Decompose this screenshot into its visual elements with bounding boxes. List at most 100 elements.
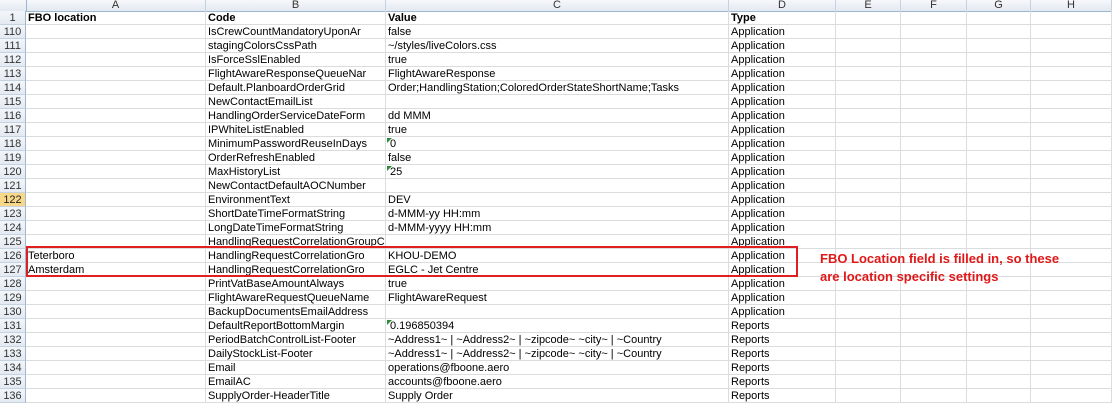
cell-b[interactable]: DefaultReportBottomMargin <box>206 319 386 333</box>
cell-b[interactable]: IsForceSslEnabled <box>206 53 386 67</box>
cell-f[interactable] <box>901 123 967 137</box>
cell-g[interactable] <box>967 81 1031 95</box>
cell-d[interactable]: Application <box>729 95 836 109</box>
cell-e[interactable] <box>836 319 901 333</box>
row-header[interactable]: 112 <box>0 53 26 67</box>
cell-h[interactable] <box>1031 333 1112 347</box>
cell-g[interactable] <box>967 39 1031 53</box>
cell-e[interactable] <box>836 67 901 81</box>
cell-b[interactable]: PeriodBatchControlList-Footer <box>206 333 386 347</box>
cell-e[interactable] <box>836 81 901 95</box>
cell-g[interactable] <box>967 165 1031 179</box>
cell-d[interactable]: Application <box>729 165 836 179</box>
cell-a[interactable] <box>26 81 206 95</box>
cell-b[interactable]: FlightAwareResponseQueueNar <box>206 67 386 81</box>
cell-d[interactable]: Reports <box>729 319 836 333</box>
row-header[interactable]: 132 <box>0 333 26 347</box>
cell-e[interactable] <box>836 95 901 109</box>
cell-a[interactable] <box>26 137 206 151</box>
cell-b[interactable]: ShortDateTimeFormatString <box>206 207 386 221</box>
cell-d[interactable]: Reports <box>729 347 836 361</box>
cell-f[interactable] <box>901 333 967 347</box>
cell-a[interactable] <box>26 221 206 235</box>
cell-d[interactable]: Application <box>729 151 836 165</box>
row-header[interactable]: 124 <box>0 221 26 235</box>
cell-c[interactable]: Supply Order <box>386 389 729 403</box>
cell-g[interactable] <box>967 235 1031 249</box>
cell-a[interactable] <box>26 291 206 305</box>
cell-d[interactable]: Application <box>729 193 836 207</box>
cell-a[interactable] <box>26 207 206 221</box>
cell-g[interactable] <box>967 221 1031 235</box>
row-header[interactable]: 117 <box>0 123 26 137</box>
cell-a[interactable] <box>26 333 206 347</box>
cell-c[interactable]: dd MMM <box>386 109 729 123</box>
row-header[interactable]: 123 <box>0 207 26 221</box>
cell-c[interactable]: operations@fboone.aero <box>386 361 729 375</box>
cell-f[interactable] <box>901 11 967 25</box>
cell-e[interactable] <box>836 123 901 137</box>
row-header[interactable]: 111 <box>0 39 26 53</box>
cell-g[interactable] <box>967 137 1031 151</box>
cell-c[interactable]: accounts@fboone.aero <box>386 375 729 389</box>
cell-a[interactable] <box>26 25 206 39</box>
cell-e[interactable] <box>836 25 901 39</box>
cell-b[interactable]: NewContactDefaultAOCNumber <box>206 179 386 193</box>
row-header[interactable]: 114 <box>0 81 26 95</box>
cell-a[interactable] <box>26 347 206 361</box>
cell-a[interactable] <box>26 361 206 375</box>
cell-g[interactable] <box>967 375 1031 389</box>
row-header[interactable]: 128 <box>0 277 26 291</box>
row-header[interactable]: 113 <box>0 67 26 81</box>
cell-g[interactable] <box>967 207 1031 221</box>
cell-a[interactable] <box>26 39 206 53</box>
cell-a[interactable] <box>26 53 206 67</box>
cell-c[interactable]: true <box>386 53 729 67</box>
cell-f[interactable] <box>901 25 967 39</box>
cell-h[interactable] <box>1031 375 1112 389</box>
cell-f[interactable] <box>901 151 967 165</box>
row-header[interactable]: 133 <box>0 347 26 361</box>
row-header[interactable]: 135 <box>0 375 26 389</box>
cell-a[interactable] <box>26 193 206 207</box>
cell-c[interactable]: d-MMM-yy HH:mm <box>386 207 729 221</box>
column-header-f[interactable]: F <box>901 0 967 11</box>
cell-a[interactable] <box>26 319 206 333</box>
cell-b[interactable]: FlightAwareRequestQueueName <box>206 291 386 305</box>
cell-e[interactable] <box>836 193 901 207</box>
row-header[interactable]: 131 <box>0 319 26 333</box>
cell-f[interactable] <box>901 53 967 67</box>
cell-b[interactable]: Default.PlanboardOrderGrid <box>206 81 386 95</box>
cell-h[interactable] <box>1031 165 1112 179</box>
cell-f[interactable] <box>901 39 967 53</box>
cell-f[interactable] <box>901 305 967 319</box>
cell-b[interactable]: LongDateTimeFormatString <box>206 221 386 235</box>
cell-e[interactable] <box>836 11 901 25</box>
cell-e[interactable] <box>836 389 901 403</box>
cell-c[interactable] <box>386 305 729 319</box>
cell-c[interactable]: Order;HandlingStation;ColoredOrderStateS… <box>386 81 729 95</box>
select-all-corner[interactable] <box>0 0 27 11</box>
cell-b[interactable]: NewContactEmailList <box>206 95 386 109</box>
cell-g[interactable] <box>967 11 1031 25</box>
row-header[interactable]: 134 <box>0 361 26 375</box>
cell-f[interactable] <box>901 67 967 81</box>
cell-h[interactable] <box>1031 207 1112 221</box>
cell-e[interactable] <box>836 207 901 221</box>
cell-d[interactable]: Application <box>729 67 836 81</box>
row-header[interactable]: 110 <box>0 25 26 39</box>
cell-d[interactable]: Application <box>729 53 836 67</box>
cell-e[interactable] <box>836 375 901 389</box>
cell-e[interactable] <box>836 235 901 249</box>
cell-a[interactable] <box>26 109 206 123</box>
cell-e[interactable] <box>836 179 901 193</box>
cell-h[interactable] <box>1031 319 1112 333</box>
cell-b[interactable]: MinimumPasswordReuseInDays <box>206 137 386 151</box>
cell-c[interactable]: FlightAwareResponse <box>386 67 729 81</box>
cell-g[interactable] <box>967 291 1031 305</box>
cell-b[interactable]: SupplyOrder-HeaderTitle <box>206 389 386 403</box>
cell-c[interactable]: true <box>386 123 729 137</box>
cell-d[interactable]: Reports <box>729 361 836 375</box>
cell-c[interactable]: ~Address1~ | ~Address2~ | ~zipcode~ ~cit… <box>386 347 729 361</box>
cell-h[interactable] <box>1031 25 1112 39</box>
